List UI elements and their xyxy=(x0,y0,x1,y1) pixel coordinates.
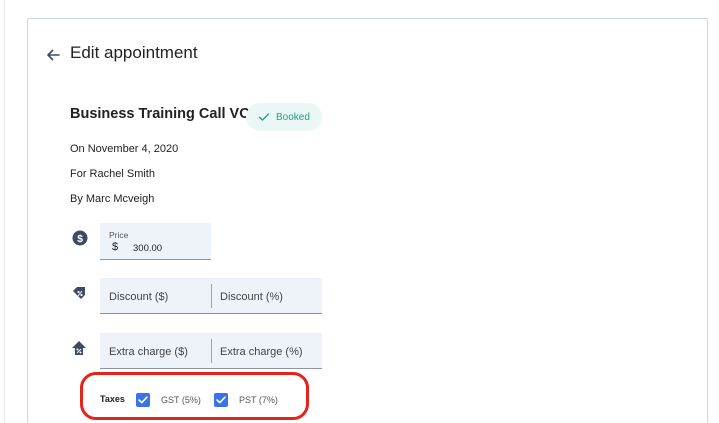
arrow-left-icon xyxy=(47,49,60,61)
price-currency: $ xyxy=(112,241,119,253)
discount-field-group: Discount ($) Discount (%) xyxy=(100,278,322,314)
dollar-circle-icon: $ xyxy=(72,230,88,246)
appointment-title: Business Training Call VC xyxy=(70,106,250,122)
appointment-date: On November 4, 2020 xyxy=(70,143,179,155)
price-field[interactable]: Price $ 300.00 xyxy=(100,223,211,260)
page-title: Edit appointment xyxy=(70,43,198,62)
discount-tag-icon xyxy=(71,285,87,301)
extra-charge-field-group: Extra charge ($) Extra charge (%) xyxy=(100,333,322,369)
field-divider xyxy=(211,284,212,308)
appointment-client: For Rachel Smith xyxy=(70,168,155,180)
extra-charge-icon xyxy=(71,340,87,356)
page-edge xyxy=(4,0,5,423)
price-value: 300.00 xyxy=(133,243,163,254)
appointment-staff: By Marc Mcveigh xyxy=(70,193,155,205)
status-label: Booked xyxy=(276,111,310,123)
price-label: Price xyxy=(109,230,129,240)
discount-percent-input[interactable]: Discount (%) xyxy=(220,291,283,303)
back-button[interactable] xyxy=(44,46,62,64)
extra-charge-amount-input[interactable]: Extra charge ($) xyxy=(109,346,188,358)
svg-text:$: $ xyxy=(77,233,83,245)
status-badge: Booked xyxy=(246,103,322,131)
field-divider xyxy=(211,339,212,363)
check-icon xyxy=(258,113,270,121)
taxes-highlight-annotation xyxy=(80,372,309,420)
extra-charge-percent-input[interactable]: Extra charge (%) xyxy=(220,346,303,358)
discount-amount-input[interactable]: Discount ($) xyxy=(109,291,168,303)
